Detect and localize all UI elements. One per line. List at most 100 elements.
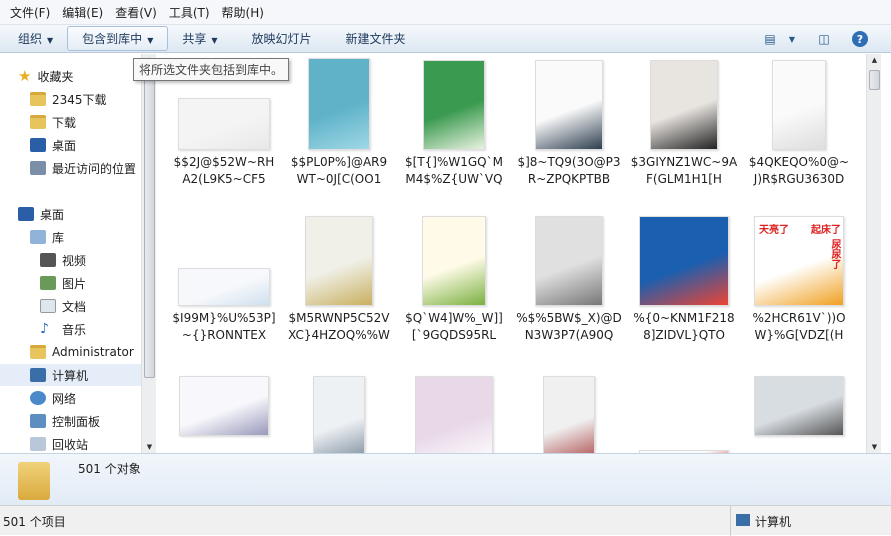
nav-label: 收藏夹 [37, 69, 74, 84]
file-name: %{0~KNM1F2188]ZIDVL}QTO [633, 311, 735, 342]
image-thumbnail [772, 60, 826, 150]
nav-documents[interactable]: 文档 [40, 295, 86, 317]
recycle-bin-icon [30, 437, 46, 451]
nav-recent-places[interactable]: 最近访问的位置 [30, 157, 136, 179]
menu-view[interactable]: 查看(V) [109, 4, 163, 21]
file-item[interactable]: 天亮了 起床了 尿尿了 %2HCR61V`))OW}%G[VDZ[(H [743, 210, 855, 344]
nav-network[interactable]: 网络 [30, 387, 76, 409]
organize-button[interactable]: 组织 ▼ [6, 26, 65, 51]
command-bar: 组织 ▼ 包含到库中 ▼ 共享 ▼ 放映幻灯片 新建文件夹 ▤ ▼ ◫ ? [0, 25, 891, 53]
nav-label: 下载 [52, 115, 77, 130]
nav-library[interactable]: 库 [30, 226, 64, 248]
menu-file[interactable]: 文件(F) [4, 4, 56, 21]
status-bar: 501 个项目 计算机 [0, 505, 891, 536]
scroll-thumb[interactable] [869, 70, 880, 90]
file-name: $M5RWNP5C52VXC}4HZOQ%%W [288, 311, 390, 342]
image-thumbnail [179, 376, 269, 436]
file-item[interactable] [283, 368, 395, 453]
pictures-icon [40, 276, 56, 290]
nav-label: 2345下载 [52, 92, 107, 107]
nav-downloads[interactable]: 下载 [30, 111, 76, 133]
file-item[interactable] [398, 368, 510, 453]
file-item[interactable]: $3GIYNZ1WC~9AF(GLM1H1[H [628, 54, 740, 188]
preview-pane-icon[interactable]: ◫ [814, 30, 834, 48]
desktop-icon [30, 138, 46, 152]
location-label: 计算机 [755, 515, 792, 529]
nav-scrollbar[interactable]: ▲ ▼ [141, 54, 156, 453]
scroll-up-icon[interactable]: ▲ [867, 56, 882, 64]
nav-administrator[interactable]: Administrator [30, 341, 134, 363]
image-thumbnail [415, 376, 493, 453]
file-item[interactable]: $Q`W4]W%_W]][`9GQDS95RL [398, 210, 510, 344]
thumbnail-text: 天亮了 [759, 225, 789, 236]
include-library-button[interactable]: 包含到库中 ▼ [67, 26, 169, 51]
file-item[interactable] [628, 368, 740, 453]
chevron-down-icon: ▼ [47, 36, 54, 45]
nav-control-panel[interactable]: 控制面板 [30, 410, 100, 432]
scroll-down-icon[interactable]: ▼ [867, 443, 882, 451]
file-item[interactable]: $4QKEQO%0@~J)R$RGU3630D [743, 54, 855, 188]
nav-favorites[interactable]: ★ 收藏夹 [18, 65, 73, 87]
file-item[interactable]: $I99M}%U%53P]~{}RONNTEX [168, 210, 280, 344]
nav-label: 音乐 [62, 322, 87, 337]
slideshow-button[interactable]: 放映幻灯片 [240, 26, 324, 51]
file-name: $4QKEQO%0@~J)R$RGU3630D [748, 155, 850, 186]
menu-edit[interactable]: 编辑(E) [56, 4, 109, 21]
scroll-thumb[interactable] [144, 68, 155, 378]
nav-label: 文档 [62, 299, 87, 314]
organize-label: 组织 [18, 32, 43, 46]
thumbnail-text: 尿尿了 [829, 239, 840, 269]
scroll-down-icon[interactable]: ▼ [142, 443, 157, 451]
view-options-icon[interactable]: ▤ [760, 30, 780, 48]
computer-icon [30, 368, 46, 382]
nav-2345-downloads[interactable]: 2345下载 [30, 88, 107, 110]
video-icon [40, 253, 56, 267]
nav-videos[interactable]: 视频 [40, 249, 86, 271]
nav-pictures[interactable]: 图片 [40, 272, 86, 294]
file-item[interactable] [513, 368, 625, 453]
nav-label: 库 [52, 230, 65, 245]
file-name: %$%5BW$_X)@DN3W3P7(A90Q [516, 311, 622, 342]
music-icon: ♪ [40, 321, 49, 337]
control-panel-icon [30, 414, 46, 428]
object-count: 501 个对象 [78, 462, 141, 476]
nav-desktop[interactable]: 桌面 [18, 203, 64, 225]
nav-label: 桌面 [40, 207, 65, 222]
file-item[interactable]: %$%5BW$_X)@DN3W3P7(A90Q [513, 210, 625, 344]
folder-icon [30, 115, 46, 129]
new-folder-button[interactable]: 新建文件夹 [334, 26, 418, 51]
file-item[interactable]: $]8~TQ9(3O@P3R~ZPQKPTBB [513, 54, 625, 188]
file-item[interactable] [168, 368, 280, 436]
image-thumbnail [178, 98, 270, 150]
file-item[interactable]: $$PL0P%]@AR9WT~0J[C(OO1 [283, 54, 395, 188]
help-icon[interactable]: ? [852, 31, 868, 47]
computer-icon [736, 514, 750, 526]
file-item[interactable]: $M5RWNP5C52VXC}4HZOQ%%W [283, 210, 395, 344]
menu-bar: 文件(F) 编辑(E) 查看(V) 工具(T) 帮助(H) [0, 0, 891, 25]
recent-places-icon [30, 161, 46, 175]
menu-help[interactable]: 帮助(H) [216, 4, 270, 21]
chevron-down-icon[interactable]: ▼ [782, 30, 802, 48]
file-item[interactable] [743, 368, 855, 436]
include-library-label: 包含到库中 [82, 32, 143, 46]
nav-desktop-fav[interactable]: 桌面 [30, 134, 76, 156]
documents-icon [40, 299, 56, 313]
file-item[interactable]: %{0~KNM1F2188]ZIDVL}QTO [628, 210, 740, 344]
share-button[interactable]: 共享 ▼ [170, 26, 229, 51]
image-thumbnail [543, 376, 595, 453]
item-count: 501 个项目 [3, 515, 66, 529]
nav-computer[interactable]: 计算机 [0, 364, 141, 386]
content-scrollbar[interactable]: ▲ ▼ [866, 54, 881, 453]
file-name: $]8~TQ9(3O@P3R~ZPQKPTBB [517, 155, 621, 186]
image-thumbnail [639, 216, 729, 306]
nav-music[interactable]: ♪ 音乐 [40, 318, 86, 340]
file-item[interactable]: $[T{]%W1GQ`MM4$%Z{UW`VQ [398, 54, 510, 188]
image-thumbnail [754, 376, 844, 436]
nav-recycle-bin[interactable]: 回收站 [30, 433, 88, 455]
image-thumbnail [178, 268, 270, 306]
image-thumbnail [308, 58, 370, 150]
menu-tools[interactable]: 工具(T) [163, 4, 216, 21]
file-name: $Q`W4]W%_W]][`9GQDS95RL [405, 311, 503, 342]
nav-label: 视频 [62, 253, 87, 268]
navigation-pane: ★ 收藏夹 2345下载 下载 桌面 最近访问的位置 桌面 库 视频 图片 文档 … [0, 54, 141, 453]
